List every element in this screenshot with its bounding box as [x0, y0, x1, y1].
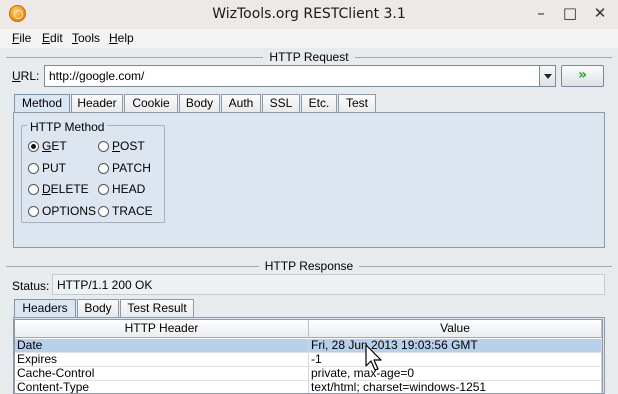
- table-cell-value: Fri, 28 Jun 2013 19:03:56 GMT: [309, 339, 602, 353]
- mouse-pointer-icon: [365, 344, 382, 371]
- radio-trace[interactable]: [98, 206, 109, 217]
- response-headers-table: HTTP Header Value Date Fri, 28 Jun 2013 …: [14, 319, 603, 394]
- menu-help[interactable]: Help: [109, 31, 134, 45]
- radio-delete[interactable]: [28, 184, 39, 195]
- tab-response-body[interactable]: Body: [77, 299, 119, 318]
- table-row[interactable]: Expires -1: [15, 353, 602, 367]
- radio-head[interactable]: [98, 184, 109, 195]
- radio-options[interactable]: [28, 206, 39, 217]
- radio-get[interactable]: [28, 141, 39, 152]
- menu-bar: File Edit Tools Help: [0, 29, 618, 48]
- tab-body[interactable]: Body: [179, 94, 220, 113]
- response-section-title: HTTP Response: [258, 259, 360, 273]
- table-row[interactable]: Content-Type text/html; charset=windows-…: [15, 381, 602, 393]
- radio-delete-label: DELETE: [42, 182, 89, 196]
- radio-patch-label: PATCH: [112, 161, 151, 175]
- radio-get-label: GET: [42, 139, 67, 153]
- status-value: HTTP/1.1 200 OK: [52, 274, 605, 295]
- table-cell-header: Expires: [15, 353, 309, 367]
- menu-file[interactable]: File: [12, 31, 31, 45]
- radio-put[interactable]: [28, 163, 39, 174]
- tab-header[interactable]: Header: [71, 94, 123, 113]
- table-cell-value: private, max-age=0: [309, 367, 602, 381]
- radio-head-label: HEAD: [112, 182, 146, 196]
- radio-put-label: PUT: [42, 161, 66, 175]
- minimize-button[interactable]: –: [531, 4, 551, 24]
- radio-options-label: OPTIONS: [42, 204, 97, 218]
- table-cell-value: -1: [309, 353, 602, 367]
- menu-edit[interactable]: Edit: [42, 31, 63, 45]
- go-button[interactable]: »: [561, 65, 604, 87]
- radio-patch[interactable]: [98, 163, 109, 174]
- close-button[interactable]: ✕: [590, 4, 610, 24]
- tab-ssl[interactable]: SSL: [262, 94, 300, 113]
- table-cell-value: text/html; charset=windows-1251: [309, 381, 602, 393]
- tab-test-result[interactable]: Test Result: [120, 299, 194, 318]
- double-chevron-right-icon: »: [577, 67, 588, 83]
- radio-post-label: POST: [112, 139, 145, 153]
- maximize-button[interactable]: □: [560, 4, 580, 24]
- window-title: WizTools.org RESTClient 3.1: [212, 6, 406, 22]
- url-input[interactable]: http://google.com/: [44, 65, 542, 87]
- tab-etc[interactable]: Etc.: [301, 94, 337, 113]
- table-cell-header: Content-Type: [15, 381, 309, 393]
- menu-tools[interactable]: Tools: [72, 31, 100, 45]
- radio-post[interactable]: [98, 141, 109, 152]
- tab-test[interactable]: Test: [338, 94, 376, 113]
- table-row[interactable]: Cache-Control private, max-age=0: [15, 367, 602, 381]
- column-header-value[interactable]: Value: [309, 320, 602, 338]
- tab-cookie[interactable]: Cookie: [124, 94, 178, 113]
- http-method-group-title: HTTP Method: [27, 120, 108, 134]
- radio-trace-label: TRACE: [112, 204, 153, 218]
- tab-method[interactable]: Method: [14, 94, 70, 113]
- status-label: Status:: [12, 279, 50, 293]
- title-bar: WizTools.org RESTClient 3.1 – □ ✕: [0, 0, 618, 29]
- chevron-down-icon[interactable]: [539, 65, 556, 87]
- tab-headers[interactable]: Headers: [14, 299, 76, 318]
- url-label: URL:: [12, 69, 40, 83]
- tab-auth[interactable]: Auth: [221, 94, 261, 113]
- table-cell-header: Cache-Control: [15, 367, 309, 381]
- column-header-http-header[interactable]: HTTP Header: [15, 320, 309, 338]
- table-row[interactable]: Date Fri, 28 Jun 2013 19:03:56 GMT: [15, 339, 602, 353]
- table-cell-header: Date: [15, 339, 309, 353]
- request-section-title: HTTP Request: [263, 50, 355, 64]
